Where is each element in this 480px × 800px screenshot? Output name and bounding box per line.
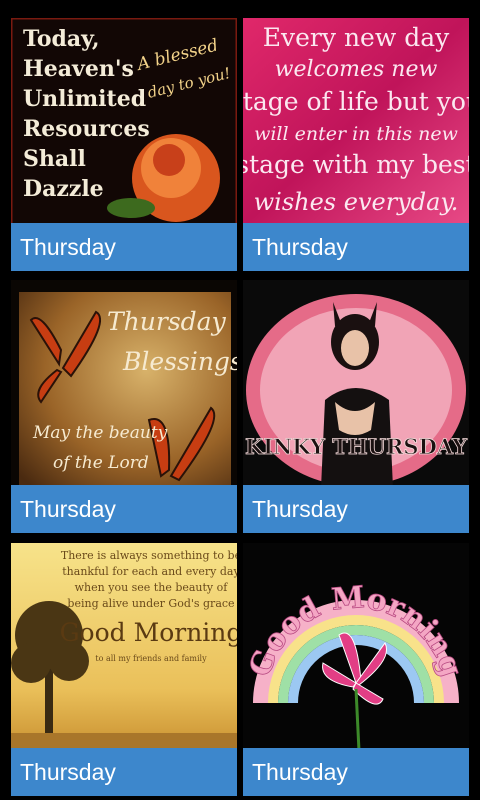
svg-text:KINKY THURSDAY: KINKY THURSDAY — [245, 434, 468, 459]
thumbnail-image: Today, Heaven's Unlimited Resources Shal… — [11, 18, 237, 226]
svg-text:Blessings: Blessings — [122, 347, 237, 376]
svg-text:welcomes new: welcomes new — [275, 57, 438, 82]
thumbnail-image: KINKY THURSDAY — [243, 280, 469, 488]
item-caption: Thursday — [243, 485, 469, 533]
svg-text:when you see the beauty of: when you see the beauty of — [75, 581, 229, 594]
svg-text:There is always something to b: There is always something to be — [61, 549, 237, 562]
svg-text:Good Morning: Good Morning — [60, 618, 237, 647]
svg-text:to all my friends and family: to all my friends and family — [95, 654, 207, 663]
svg-text:Dazzle: Dazzle — [23, 176, 104, 202]
svg-text:Heaven's: Heaven's — [23, 56, 134, 82]
svg-text:thankful for each and every da: thankful for each and every day — [62, 565, 237, 578]
svg-text:Every new day: Every new day — [263, 23, 450, 52]
svg-text:wishes everyday.: wishes everyday. — [254, 188, 459, 216]
svg-text:of the Lord: of the Lord — [53, 453, 149, 473]
svg-text:May the beauty: May the beauty — [32, 423, 168, 443]
svg-text:stage of life but you: stage of life but you — [243, 87, 469, 116]
item-caption: Thursday — [11, 223, 237, 271]
item-caption: Thursday — [11, 748, 237, 796]
svg-text:Thursday: Thursday — [107, 307, 227, 336]
svg-text:being alive under God's grace: being alive under God's grace — [67, 597, 234, 610]
thumb-5-text: There is always something to be thankful… — [60, 549, 237, 663]
svg-text:Today,: Today, — [23, 26, 100, 52]
thumb-4-text: KINKY THURSDAY — [245, 434, 469, 460]
thumbnail-image: Every new day welcomes new stage of life… — [243, 18, 469, 226]
thumbnail-image: There is always something to be thankful… — [11, 543, 237, 751]
item-caption: Thursday — [11, 485, 237, 533]
svg-text:Resources: Resources — [23, 116, 150, 142]
image-grid: Today, Heaven's Unlimited Resources Shal… — [0, 0, 480, 800]
svg-text:will enter in this new: will enter in this new — [254, 123, 458, 145]
item-caption: Thursday — [243, 223, 469, 271]
thumbnail-image: Good Morning — [243, 543, 469, 751]
thumbnail-image: Thursday Blessings May the beauty of the… — [11, 280, 237, 488]
item-caption: Thursday — [243, 748, 469, 796]
svg-text:Unlimited: Unlimited — [23, 86, 146, 112]
svg-text:stage with my best: stage with my best — [243, 150, 469, 179]
svg-text:Shall: Shall — [23, 146, 86, 172]
